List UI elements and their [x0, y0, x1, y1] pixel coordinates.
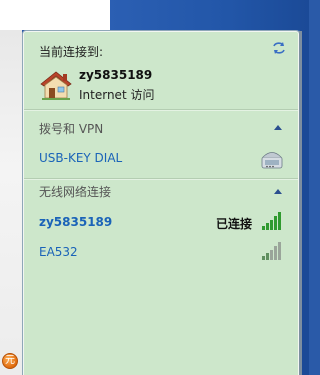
wireless-item-ea532[interactable]: EA532: [39, 245, 78, 259]
wifi-signal-icon: [262, 212, 281, 230]
divider: [24, 109, 298, 111]
tray-app-icon[interactable]: 元: [2, 353, 18, 369]
group-header-dialup-vpn[interactable]: 拨号和 VPN: [39, 120, 103, 137]
collapse-up-icon[interactable]: [274, 124, 282, 130]
current-connection-label: 当前连接到:: [39, 45, 104, 59]
internet-access-status: Internet 访问: [79, 88, 155, 102]
desktop-background: [110, 0, 309, 30]
divider: [24, 178, 298, 180]
refresh-icon[interactable]: [271, 41, 287, 55]
group-header-wireless[interactable]: 无线网络连接: [39, 183, 111, 200]
current-network-name: zy5835189: [79, 68, 153, 82]
connected-status-label: 已连接: [216, 217, 253, 231]
modem-phone-icon: [261, 152, 283, 169]
wireless-item-zy5835189[interactable]: zy5835189: [39, 215, 112, 229]
collapse-up-icon[interactable]: [274, 188, 282, 194]
connection-item-usb-key-dial[interactable]: USB-KEY DIAL: [39, 151, 122, 165]
wifi-signal-icon: [262, 242, 281, 260]
background-window-edge: [0, 30, 22, 375]
network-flyout-panel: 当前连接到: zy5835189 Internet 访问 拨号和 VPN USB…: [22, 30, 302, 375]
home-network-icon: [40, 71, 72, 100]
background-window-area: [0, 0, 110, 30]
